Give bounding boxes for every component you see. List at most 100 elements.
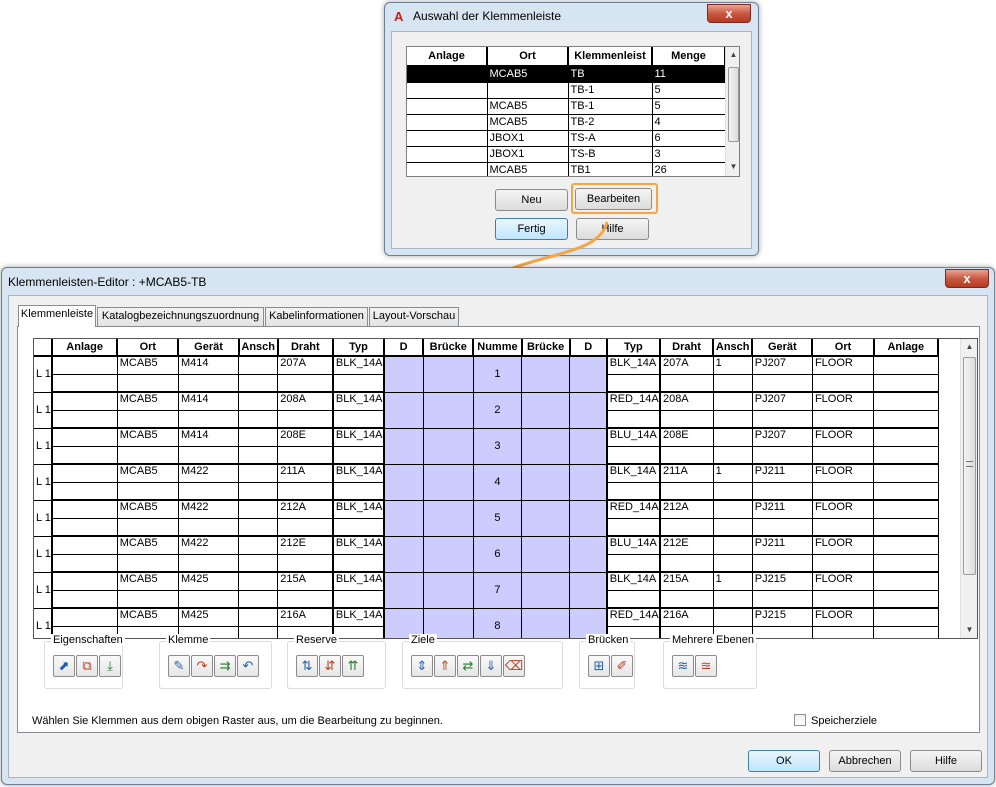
table-cell[interactable]: MCAB5 xyxy=(487,162,569,176)
grid-cell[interactable] xyxy=(659,590,714,609)
grid-cell[interactable]: MCAB5 xyxy=(117,356,179,375)
move-destinations-down-icon[interactable]: ⇓ xyxy=(480,655,502,677)
grid-cell[interactable] xyxy=(238,608,279,627)
grid-cell[interactable]: BLK_14A xyxy=(332,464,386,483)
table-cell[interactable]: 4 xyxy=(652,114,726,131)
grid-cell[interactable] xyxy=(659,446,714,465)
table-cell[interactable]: 3 xyxy=(652,146,726,163)
terminal-cell[interactable] xyxy=(569,392,608,429)
grid-cell[interactable]: BLK_14A xyxy=(332,392,386,411)
terminal-row[interactable]: L 1 MCAB5 M425 215A BLK_14A 7 BLK_14A 215A 1 PJ21… xyxy=(34,572,939,609)
editor-column-header[interactable]: Numme xyxy=(473,339,523,357)
table-cell[interactable]: 5 xyxy=(652,98,726,115)
grid-cell[interactable]: BLK_14A xyxy=(606,464,661,483)
grid-cell[interactable] xyxy=(238,392,279,411)
terminal-cell[interactable] xyxy=(569,464,608,501)
grid-cell[interactable] xyxy=(117,518,179,537)
dialog1-close-button[interactable]: x xyxy=(707,4,751,23)
grid-cell[interactable]: 207A xyxy=(659,356,714,375)
grid-cell[interactable] xyxy=(713,428,753,447)
grid-cell[interactable]: FLOOR xyxy=(812,608,875,627)
grid-cell[interactable] xyxy=(873,392,939,411)
table-cell[interactable]: TB1 xyxy=(568,162,653,176)
grid-cell[interactable] xyxy=(238,428,279,447)
grid-cell[interactable] xyxy=(277,590,334,609)
grid-cell[interactable] xyxy=(812,554,875,573)
grid-cell[interactable] xyxy=(606,410,661,429)
grid-cell[interactable] xyxy=(238,518,279,537)
terminal-number[interactable]: 2 xyxy=(473,392,523,429)
grid-cell[interactable] xyxy=(752,410,813,429)
grid-cell[interactable] xyxy=(238,590,279,609)
table-cell[interactable] xyxy=(407,98,488,115)
tab-1[interactable]: Katalogbezeichnungszuordnung xyxy=(97,307,264,326)
terminal-cell[interactable] xyxy=(384,392,424,429)
grid-cell[interactable]: FLOOR xyxy=(812,356,875,375)
terminal-number[interactable]: 4 xyxy=(473,464,523,501)
terminal-cell[interactable] xyxy=(521,464,571,501)
grid-cell[interactable] xyxy=(52,392,118,411)
grid-cell[interactable] xyxy=(277,554,334,573)
terminal-cell[interactable] xyxy=(423,500,474,537)
grid-cell[interactable]: PJ211 xyxy=(752,536,813,555)
grid-cell[interactable] xyxy=(52,482,118,501)
grid-cell[interactable] xyxy=(238,500,279,519)
terminal-editor-grid[interactable]: Anlage Ort Gerät Ansch Draht Typ D Brücke Numme B… xyxy=(33,338,978,639)
terminal-strip-grid[interactable]: Anlage Ort Klemmenleist Menge MCAB5 TB 11 TB-1… xyxy=(406,46,740,177)
terminal-cell[interactable] xyxy=(521,392,571,429)
terminal-number[interactable]: 3 xyxy=(473,428,523,465)
grid-cell[interactable] xyxy=(238,464,279,483)
grid-cell[interactable] xyxy=(873,464,939,483)
grid-cell[interactable]: PJ215 xyxy=(752,608,813,627)
grid-cell[interactable] xyxy=(238,482,279,501)
add-spare-icon[interactable]: ⇅ xyxy=(296,655,318,677)
grid-cell[interactable]: PJ207 xyxy=(752,356,813,375)
grid-cell[interactable] xyxy=(873,518,939,537)
terminal-number[interactable]: 1 xyxy=(473,356,523,393)
terminal-number[interactable]: 8 xyxy=(473,608,523,638)
rotate-terminal-icon[interactable]: ↶ xyxy=(237,655,259,677)
terminal-cell[interactable] xyxy=(384,464,424,501)
grid-cell[interactable] xyxy=(752,482,813,501)
grid-cell[interactable] xyxy=(52,464,118,483)
terminal-cell[interactable] xyxy=(423,428,474,465)
grid-cell[interactable]: BLK_14A xyxy=(606,572,661,591)
table-cell[interactable]: TS-A xyxy=(568,130,653,147)
editor-column-header[interactable]: Draht xyxy=(277,339,334,357)
grid-cell[interactable]: FLOOR xyxy=(812,392,875,411)
editor-column-header[interactable]: Ort xyxy=(117,339,180,357)
dialog1-scrollbar[interactable]: ▲ ▼ xyxy=(725,47,739,176)
grid-cell[interactable] xyxy=(606,590,661,609)
edit-button[interactable]: Bearbeiten xyxy=(575,188,652,210)
terminal-row[interactable]: L 1 MCAB5 M422 212A BLK_14A 5 RED_14A 212A PJ211… xyxy=(34,500,939,537)
grid-cell[interactable] xyxy=(52,590,118,609)
grid-cell[interactable] xyxy=(752,446,813,465)
grid-cell[interactable]: 1 xyxy=(713,356,753,375)
editor-column-header[interactable]: Anlage xyxy=(873,339,940,357)
grid-cell[interactable] xyxy=(117,446,179,465)
grid-cell[interactable] xyxy=(332,482,386,501)
grid-cell[interactable]: 208A xyxy=(659,392,714,411)
grid-cell[interactable] xyxy=(873,626,939,638)
grid-cell[interactable]: 1 xyxy=(713,464,753,483)
grid-cell[interactable] xyxy=(52,536,118,555)
terminal-row[interactable]: L 1 MCAB5 M422 212E BLK_14A 6 BLU_14A 212E PJ211… xyxy=(34,536,939,573)
grid-cell[interactable]: M414 xyxy=(178,428,240,447)
table-cell[interactable]: 11 xyxy=(652,66,726,83)
table-cell[interactable]: 5 xyxy=(652,82,726,99)
multi-level-edit-icon[interactable]: ≊ xyxy=(695,655,717,677)
grid-cell[interactable] xyxy=(873,374,939,393)
grid-cell[interactable] xyxy=(277,482,334,501)
terminal-cell[interactable] xyxy=(569,572,608,609)
grid-cell[interactable]: BLU_14A xyxy=(606,536,661,555)
grid-cell[interactable] xyxy=(178,374,240,393)
grid-cell[interactable]: M414 xyxy=(178,356,240,375)
terminal-cell[interactable] xyxy=(569,428,608,465)
grid-cell[interactable] xyxy=(52,554,118,573)
grid-cell[interactable] xyxy=(713,482,753,501)
table-row[interactable]: MCAB5 TB-1 5 xyxy=(407,98,726,115)
grid-cell[interactable] xyxy=(812,410,875,429)
insert-spare-icon[interactable]: ⇵ xyxy=(319,655,341,677)
terminal-row[interactable]: L 1 MCAB5 M414 207A BLK_14A 1 BLK_14A 207A 1 PJ20… xyxy=(34,356,939,393)
grid-cell[interactable]: 216A xyxy=(277,608,334,627)
